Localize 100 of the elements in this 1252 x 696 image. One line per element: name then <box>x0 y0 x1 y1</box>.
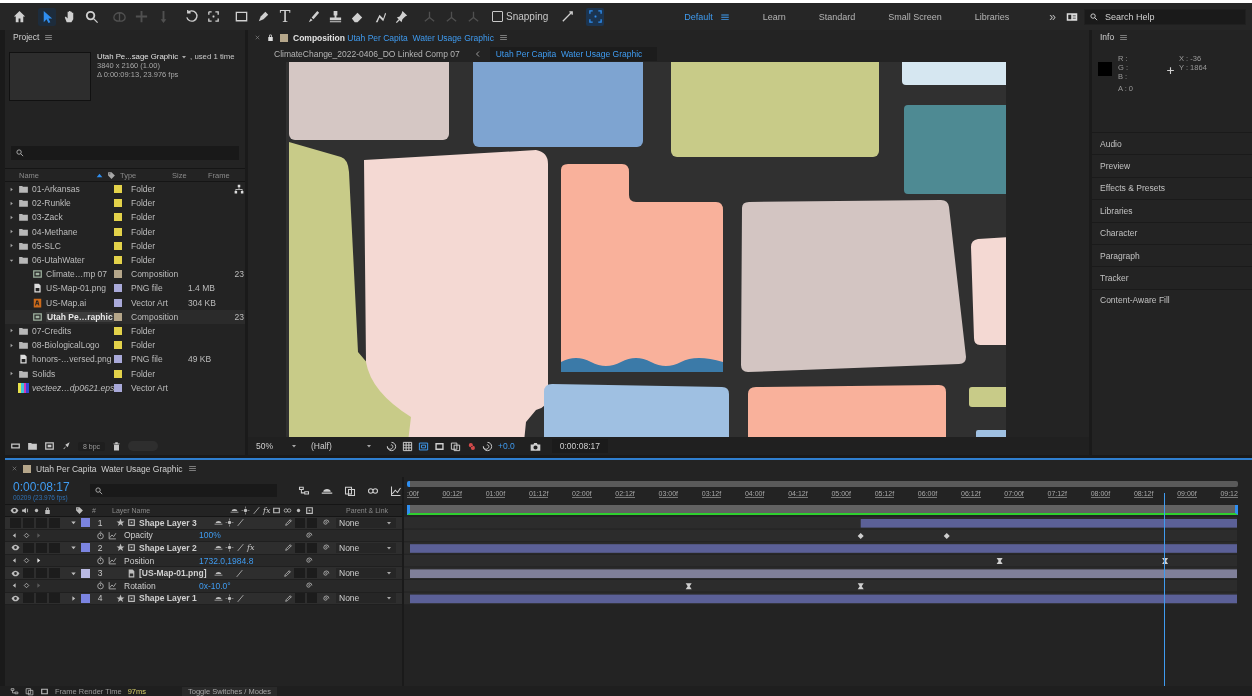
switch-box[interactable] <box>49 517 60 528</box>
switch-box[interactable] <box>306 517 317 528</box>
slash-icon[interactable] <box>236 543 245 553</box>
parent-dropdown[interactable]: None <box>336 593 396 604</box>
layer-name[interactable]: Shape Layer 2 <box>139 543 214 553</box>
caret-icon[interactable] <box>8 370 15 378</box>
keyframe-icon[interactable] <box>22 556 31 566</box>
mask-icon[interactable] <box>40 686 49 696</box>
panel-tab[interactable]: Paragraph <box>1092 243 1252 267</box>
search-field[interactable]: Search Help <box>1084 8 1246 25</box>
property-value[interactable]: 0x-10.0° <box>199 580 300 591</box>
previous-keyframe-icon[interactable] <box>10 530 19 540</box>
lock-icon[interactable] <box>266 33 275 42</box>
stopwatch-icon[interactable] <box>96 556 105 566</box>
project-row[interactable]: honors-…versed.png PNG file 49 KB <box>5 352 245 367</box>
switch-box[interactable] <box>294 517 305 528</box>
breadcrumb[interactable]: Utah Per Capita Water Usage Graphic <box>489 46 658 61</box>
pencil-icon[interactable] <box>283 543 293 553</box>
label-color[interactable] <box>81 568 90 578</box>
flowchart-icon[interactable] <box>234 184 244 195</box>
label-color[interactable] <box>114 213 122 222</box>
flowchart-icon[interactable] <box>298 484 310 497</box>
workspace-tab[interactable]: Standard <box>818 11 856 22</box>
pencil-icon[interactable] <box>283 568 293 578</box>
slash-icon[interactable] <box>235 568 245 578</box>
panel-title[interactable]: Project <box>13 32 40 42</box>
zoom-dropdown[interactable]: 50% <box>252 440 302 452</box>
project-row[interactable]: 03-Zack Folder <box>5 210 245 225</box>
folder-icon[interactable] <box>27 441 38 451</box>
panel-tab[interactable]: Effects & Presets <box>1092 176 1252 200</box>
project-row[interactable]: US-Map-01.png PNG file 1.4 MB <box>5 281 245 296</box>
graph-icon[interactable] <box>108 581 117 591</box>
label-color[interactable] <box>114 298 122 307</box>
eye-icon[interactable] <box>10 593 21 604</box>
workspace-tab[interactable]: Default <box>684 11 713 22</box>
menu-icon[interactable] <box>1119 32 1129 42</box>
panel-tab[interactable]: Libraries <box>1092 199 1252 222</box>
panel-tab[interactable]: Content-Aware Fill <box>1092 288 1252 312</box>
property-value[interactable]: 1732.0,1984.8 <box>199 555 300 566</box>
eye-icon[interactable] <box>10 543 21 553</box>
project-row[interactable]: Climate…mp 07 Composition 23 <box>5 267 245 282</box>
project-row[interactable]: 05-SLC Folder <box>5 238 245 253</box>
chevron-icon[interactable] <box>473 49 482 58</box>
workspace-tab[interactable]: Libraries <box>974 11 1010 22</box>
project-row[interactable]: vecteez…dp0621.eps Vector Art <box>5 380 245 395</box>
frame-blend-icon[interactable] <box>25 686 34 696</box>
workspace-tab[interactable]: Small Screen <box>888 11 942 22</box>
menu-icon[interactable] <box>187 464 197 473</box>
exposure-value[interactable]: +0.0 <box>498 441 515 451</box>
flowchart-icon[interactable] <box>10 686 19 696</box>
sun-icon[interactable] <box>225 543 234 553</box>
panel-tab[interactable]: Audio <box>1092 132 1252 155</box>
parent-dropdown[interactable]: None <box>336 543 396 553</box>
current-time-field[interactable]: 0:00:08:17 <box>551 439 608 453</box>
graph-icon[interactable] <box>108 530 117 540</box>
previous-keyframe-icon[interactable] <box>10 581 19 591</box>
label-color[interactable] <box>114 326 122 335</box>
mask-icon[interactable] <box>434 440 445 452</box>
label-color[interactable] <box>114 355 122 364</box>
switch-box[interactable] <box>23 517 34 528</box>
label-color[interactable] <box>114 284 122 293</box>
work-area-bar[interactable] <box>407 505 1238 515</box>
monitor-icon[interactable] <box>1065 10 1079 23</box>
panel-title[interactable]: Info <box>1100 32 1115 42</box>
caret-icon[interactable] <box>8 228 15 236</box>
project-row[interactable]: 04-Methane Folder <box>5 224 245 239</box>
more-workspaces-button[interactable]: » <box>1049 9 1056 24</box>
timeline-tab[interactable]: Utah Per Capita Water Usage Graphic <box>36 463 183 474</box>
timecode[interactable]: 0:00:08:17 <box>13 480 79 494</box>
target-icon[interactable] <box>586 7 605 26</box>
label-color[interactable] <box>114 312 122 321</box>
search-field[interactable] <box>11 146 239 160</box>
eye-icon[interactable] <box>10 568 21 579</box>
label-color[interactable] <box>114 227 122 236</box>
workspace-tab[interactable]: Learn <box>762 11 786 22</box>
layer-row[interactable]: 3 [US-Map-01.png] None <box>5 567 402 580</box>
composition-tab[interactable]: Composition Utah Per Capita Water Usage Graphic <box>293 32 494 43</box>
text-tool[interactable]: T <box>276 7 294 26</box>
graph-editor-icon[interactable] <box>390 484 402 497</box>
label-color[interactable] <box>114 241 122 250</box>
panel-tab[interactable]: Preview <box>1092 154 1252 177</box>
parent-dropdown[interactable]: None <box>336 517 396 528</box>
close-icon[interactable] <box>11 465 18 472</box>
region-icon[interactable] <box>418 440 429 452</box>
parent-dropdown[interactable]: None <box>336 568 396 579</box>
caret-icon[interactable] <box>8 185 15 193</box>
stopwatch-icon[interactable] <box>96 530 105 540</box>
label-color[interactable] <box>114 199 122 208</box>
label-color[interactable] <box>114 341 122 350</box>
layer-row[interactable]: 2 Shape Layer 2 fx None <box>5 542 402 555</box>
label-color[interactable] <box>81 518 90 528</box>
layer-row[interactable]: 1 Shape Layer 3 None <box>5 517 402 530</box>
panel-tab[interactable]: Character <box>1092 221 1252 244</box>
label-color[interactable] <box>114 383 122 392</box>
slash-icon[interactable] <box>236 593 245 603</box>
switch-box[interactable] <box>10 517 21 528</box>
snapping-checkbox[interactable]: Snapping <box>492 11 549 22</box>
project-row[interactable]: Utah Pe…raphic Composition 23 <box>5 309 245 324</box>
project-row[interactable]: 08-BiologicalLogo Folder <box>5 338 245 353</box>
sun-icon[interactable] <box>225 593 234 603</box>
